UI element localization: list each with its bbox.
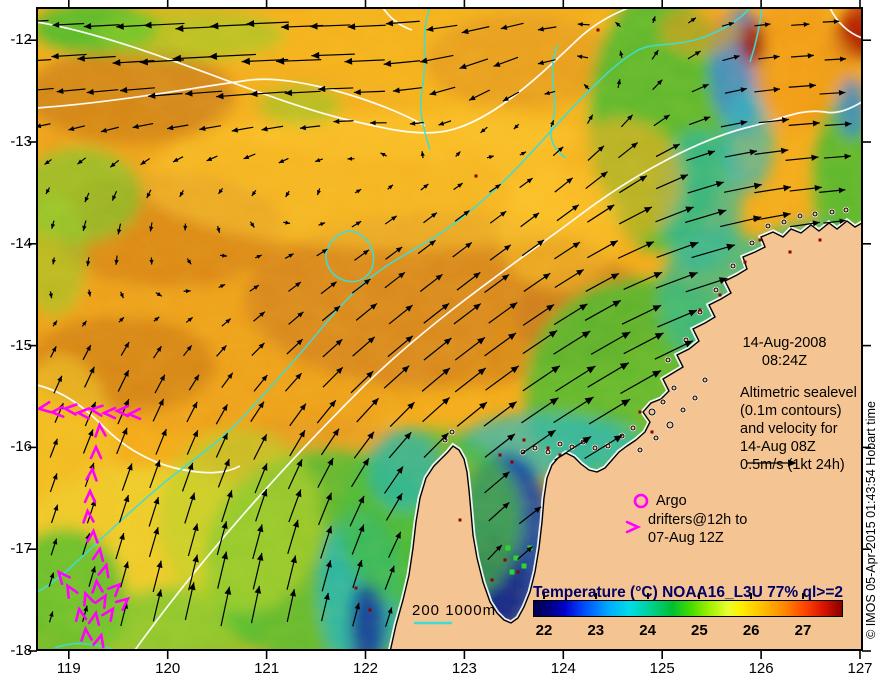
- altimetric-note-line: (0.1m contours): [740, 403, 842, 419]
- altimetric-note-line: 14-Aug 08Z: [740, 439, 816, 455]
- colorbar-tick: [698, 593, 701, 599]
- y-tick-label: -16: [10, 438, 32, 456]
- sst-map-figure: 119 120 121 122 123 124 125 126 127 -12 -13 -14 -15…: [0, 0, 880, 680]
- x-tick-label: 121: [254, 660, 280, 677]
- colorbar-tick-label: 24: [639, 622, 656, 639]
- credit-text: © IMOS 05-Apr-2015 01:43:54 Hobart time: [864, 401, 878, 639]
- x-tick-label: 126: [748, 660, 774, 677]
- x-tick-label: 119: [56, 660, 81, 677]
- datetime-time: 08:24Z: [761, 353, 808, 369]
- colorbar-tick: [750, 593, 753, 599]
- colorbar-tick-label: 23: [587, 622, 605, 639]
- x-tick-label: 122: [352, 660, 379, 677]
- x-tick-label: 120: [155, 660, 181, 677]
- argo-label: Argo: [656, 493, 687, 509]
- colorbar-tick: [594, 593, 597, 599]
- colorbar-tick: [802, 593, 804, 599]
- x-tick-label: 127: [847, 660, 873, 677]
- y-tick-label: -17: [10, 540, 32, 558]
- drifters-label-line2: 07-Aug 12Z: [648, 530, 724, 546]
- colorbar-tick: [543, 593, 545, 599]
- colorbar-tick-label: 22: [535, 622, 553, 639]
- y-tick-label: -15: [10, 336, 32, 354]
- x-tick-label: 124: [550, 660, 576, 677]
- y-tick-label: -14: [10, 234, 32, 252]
- x-tick-label: 123: [451, 660, 477, 677]
- isobath-legend-label: 200 1000m: [412, 602, 497, 619]
- drifters-label-line1: drifters@12h to: [648, 512, 748, 528]
- colorbar: 22 23 24 25 26 27: [533, 593, 843, 639]
- colorbar-tick-label: 25: [691, 622, 708, 639]
- drifters-label: drifters@12h to 07-Aug 12Z: [648, 511, 747, 547]
- altimetric-note-line: and velocity for: [740, 421, 838, 437]
- datetime-annotation: 14-Aug-2008 08:24Z: [712, 334, 857, 370]
- altimetric-note: Altimetric sealevel (0.1m contours) and ve…: [740, 384, 857, 474]
- colorbar-tick-label: 27: [794, 622, 812, 639]
- y-tick-label: -12: [10, 31, 32, 49]
- altimetric-note-line: 0.5m/s (1kt 24h): [740, 457, 845, 473]
- altimetric-note-line: Altimetric sealevel: [740, 385, 857, 401]
- y-tick-label: -13: [10, 133, 32, 150]
- colorbar-tick: [646, 593, 649, 599]
- y-tick-label: -18: [10, 642, 32, 659]
- colorbar-tick-label: 26: [742, 622, 760, 639]
- datetime-date: 14-Aug-2008: [742, 335, 827, 351]
- x-tick-label: 125: [649, 660, 675, 677]
